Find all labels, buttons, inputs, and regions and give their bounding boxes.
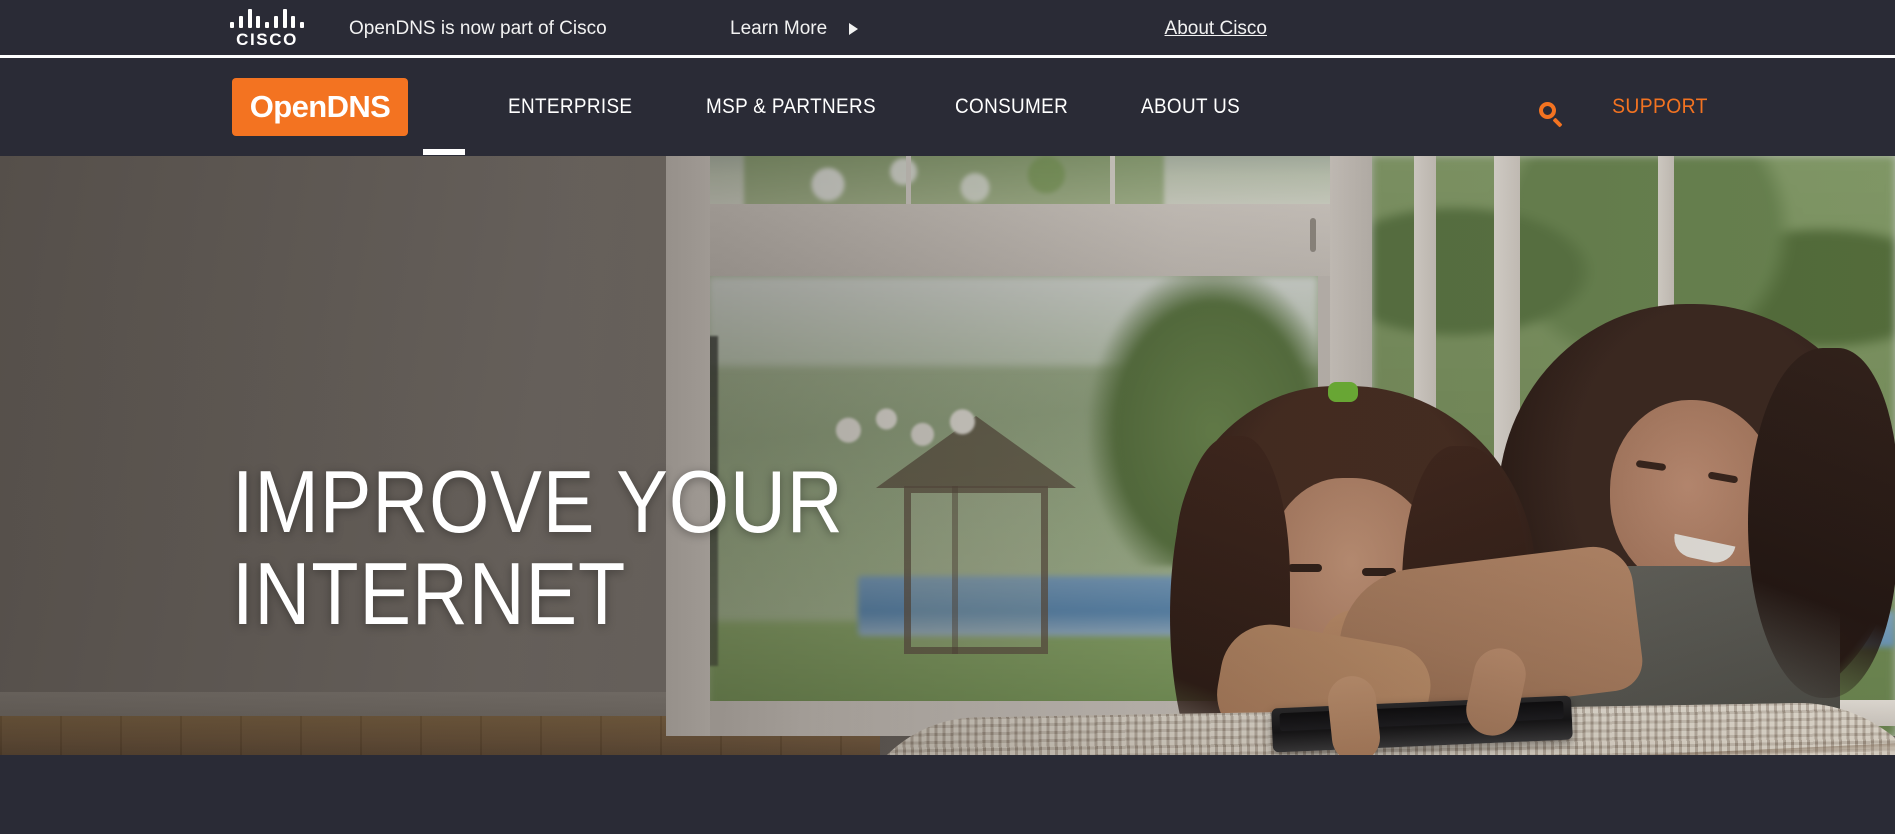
hero-headline: IMPROVE YOUR INTERNET — [232, 452, 844, 643]
opendns-logo[interactable]: OpenDNS — [232, 78, 408, 136]
main-navigation-bar: OpenDNS ENTERPRISE MSP & PARTNERS CONSUM… — [0, 61, 1895, 183]
nav-item-msp-partners[interactable]: MSP & PARTNERS — [706, 95, 876, 119]
opendns-wordmark: OpenDNS — [249, 89, 391, 124]
bottom-section — [0, 755, 1895, 834]
nav-item-consumer[interactable]: CONSUMER — [955, 95, 1068, 119]
search-icon[interactable] — [1539, 102, 1563, 128]
opendns-homepage: CISCO OpenDNS is now part of Cisco Learn… — [0, 0, 1895, 834]
nav-item-enterprise[interactable]: ENTERPRISE — [508, 95, 632, 119]
cisco-bridge-icon — [230, 9, 304, 28]
cisco-announcement-bar: CISCO OpenDNS is now part of Cisco Learn… — [0, 0, 1895, 58]
cisco-logo: CISCO — [228, 9, 306, 49]
announcement-text: OpenDNS is now part of Cisco — [349, 18, 607, 39]
learn-more-label: Learn More — [730, 18, 828, 39]
learn-more-link[interactable]: Learn More — [730, 0, 859, 58]
nav-links: ENTERPRISE MSP & PARTNERS CONSUMER ABOUT… — [508, 61, 1311, 153]
about-cisco-link[interactable]: About Cisco — [1165, 0, 1267, 58]
hero-section: IMPROVE YOUR INTERNET — [0, 156, 1895, 755]
support-link[interactable]: SUPPORT — [1612, 61, 1708, 153]
nav-item-about-us[interactable]: ABOUT US — [1141, 95, 1240, 119]
cisco-wordmark: CISCO — [236, 30, 298, 49]
chevron-right-icon — [849, 23, 859, 35]
